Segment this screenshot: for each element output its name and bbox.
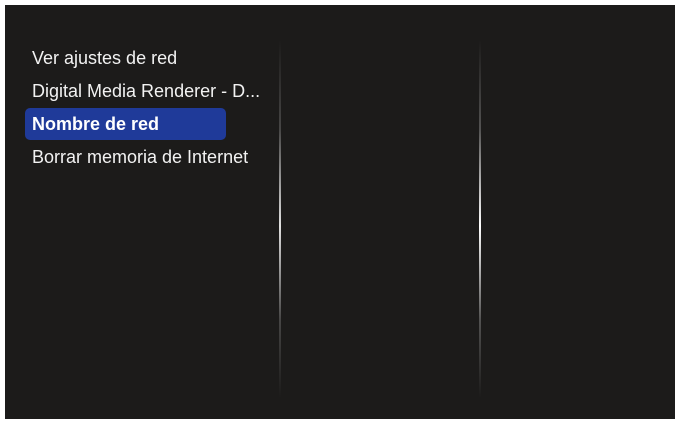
column-divider-1: [279, 40, 281, 398]
column-divider-2: [479, 40, 481, 398]
menu-item-digital-media-renderer[interactable]: Digital Media Renderer - D...: [25, 75, 280, 107]
network-settings-menu: Ver ajustes de red Digital Media Rendere…: [25, 42, 280, 174]
menu-item-nombre-de-red[interactable]: Nombre de red: [25, 108, 226, 140]
tv-settings-screen: Ver ajustes de red Digital Media Rendere…: [5, 5, 675, 419]
menu-item-borrar-memoria-de-internet[interactable]: Borrar memoria de Internet: [25, 141, 280, 173]
menu-item-ver-ajustes-de-red[interactable]: Ver ajustes de red: [25, 42, 280, 74]
